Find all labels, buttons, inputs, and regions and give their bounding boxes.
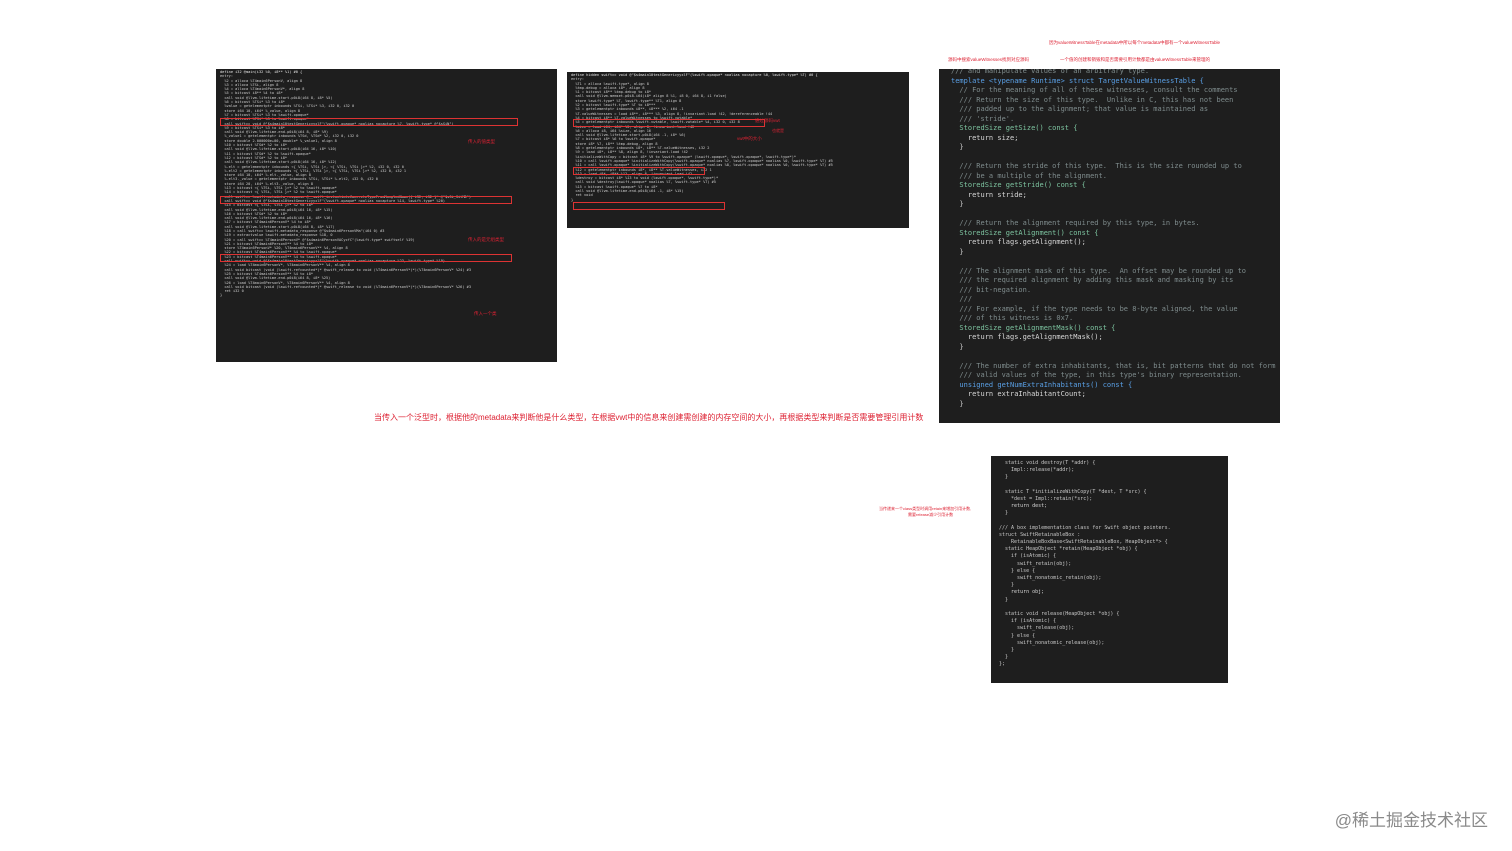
code-line: return flags.getAlignmentMask(); — [951, 333, 1103, 341]
code-line: /// and manipulate values of an arbitrar… — [951, 69, 1150, 75]
code-line: /// The alignment mask of this type. An … — [951, 266, 1247, 275]
code-line: } else { — [999, 567, 1036, 574]
code-line: swift_release(obj); — [999, 625, 1075, 632]
code-line: StoredSize getAlignment() const { — [951, 228, 1099, 237]
code-line: }; — [999, 661, 1006, 668]
code-line: swift_nonatomic_retain(obj); — [999, 575, 1102, 581]
code-line: // For the meaning of all of these witne… — [951, 86, 1238, 94]
highlight-box — [220, 118, 518, 126]
code-line: } — [951, 143, 964, 151]
highlight-box — [573, 119, 765, 127]
code-line: } — [951, 399, 964, 408]
code-line: Impl::release(*addr); — [999, 467, 1075, 474]
annotation-top-2: 源码中搜索valueWitnesses找到对应源码 — [948, 57, 1030, 62]
code-line: } — [951, 247, 964, 256]
code-line: } — [999, 646, 1015, 653]
annotation-top-3: 一个值的创建和销毁和是否需要引用计数都是由valueWitnessTable来管… — [1060, 57, 1211, 62]
code-line: return flags.getAlignment(); — [951, 238, 1086, 246]
code-line: /// Return the alignment required by thi… — [951, 219, 1200, 227]
code-line: /// be a multiple of the alignment. — [951, 171, 1107, 180]
code-line: } — [951, 342, 964, 351]
code-line: /// padded up to the alignment; that val… — [951, 105, 1209, 113]
code-line: *dest = Impl::retain(*src); — [999, 495, 1093, 502]
code-line: } — [951, 200, 964, 208]
code-line: return extraInhabitantCount; — [951, 390, 1086, 398]
code-line: /// A box implementation class for Swift… — [999, 524, 1171, 531]
note-also: 也就是 — [772, 128, 784, 133]
watermark: @稀土掘金技术社区 — [1334, 811, 1488, 830]
code-line: } — [999, 582, 1015, 589]
code-line: if (isAtomic) { — [999, 553, 1057, 560]
code-line: /// bit-negation. — [951, 285, 1032, 294]
note-vwt-source: 通过源码vwt — [755, 118, 780, 123]
ir-main-panel: define i32 @main(i32 %0, i8** %1) #0 { e… — [216, 69, 557, 362]
code-line: swift_nonatomic_release(obj); — [999, 639, 1105, 646]
note-class-type: 传入一个类 — [474, 311, 497, 316]
annotation-top-1: 因为valueWitnessTable在metadata中所以每个metadat… — [1049, 40, 1221, 45]
code-line: static HeapObject *retain(HeapObject *ob… — [999, 546, 1138, 553]
code-line: /// of this witness is 0x7. — [951, 314, 1074, 322]
code-line: } — [999, 596, 1009, 603]
code-line: /// 'stride'. — [951, 114, 1015, 123]
code-line: return obj; — [999, 589, 1045, 596]
highlight-box — [220, 196, 512, 204]
annotation-retain-2: 需要release减少引用计数 — [908, 512, 954, 517]
code-line: /// — [951, 295, 973, 303]
retainable-box-panel: static void destroy(T *addr) { Impl::rel… — [991, 456, 1228, 683]
note-value-type: 传入的值类型 — [468, 139, 495, 144]
highlight-box — [220, 254, 512, 262]
vwt-source-lines: /// and manipulate values of an arbitrar… — [951, 69, 1276, 409]
highlight-box — [573, 202, 725, 210]
code-line: return stride; — [951, 190, 1027, 199]
retainable-box-lines: static void destroy(T *addr) { Impl::rel… — [999, 460, 1220, 668]
code-line: /// For example, if the type needs to be… — [951, 304, 1238, 313]
code-line: unsigned getNumExtraInhabitants() const … — [951, 380, 1133, 389]
code-line: } — [999, 510, 1009, 517]
code-line: } — [220, 293, 223, 298]
value-witness-table-panel: /// and manipulate values of an arbitrar… — [939, 69, 1280, 423]
code-line: RetainableBoxBase<SwiftRetainableBox, He… — [999, 539, 1168, 546]
code-line: } else { — [999, 632, 1036, 639]
figure-caption: 当传入一个泛型时，根据他的metadata来判断他是什么类型，在根据vwt中的信… — [374, 413, 924, 422]
code-line: swift_retain(obj); — [999, 560, 1072, 567]
code-line: /// Return the size of this type. Unlike… — [951, 95, 1234, 104]
code-line: } — [999, 474, 1009, 481]
code-line: /// Return the stride of this type. This… — [951, 162, 1242, 170]
note-tuple-type: 传入的是元组类型 — [468, 237, 504, 242]
code-line: static T *initializeWithCopy(T *dest, T … — [999, 488, 1147, 495]
code-line: } — [999, 654, 1009, 661]
highlight-box — [573, 167, 705, 175]
code-line: if (isAtomic) { — [999, 618, 1057, 625]
code-line: return size; — [951, 133, 1019, 142]
code-line: StoredSize getStride() const { — [951, 181, 1086, 189]
note-vwt-size: vwt中的大小 — [737, 136, 762, 141]
code-line: struct SwiftRetainableBox : — [999, 531, 1081, 538]
code-line: static void release(HeapObject *obj) { — [999, 610, 1120, 617]
code-line: StoredSize getAlignmentMask() const { — [951, 323, 1116, 332]
code-line: template <typename Runtime> struct Targe… — [951, 76, 1204, 85]
code-line: /// valid values of the type, in this ty… — [951, 371, 1242, 379]
ir-main-lines: entry: %2 = alloca %T4main6PersonV, alig… — [220, 74, 553, 297]
code-line: static void destroy(T *addr) { — [999, 460, 1096, 466]
ir-generic-panel: define hidden swiftcc void @"$s4main10te… — [567, 72, 909, 228]
code-line: /// the required alignment by adding thi… — [951, 276, 1234, 284]
code-line: return dest; — [999, 503, 1048, 510]
code-line: /// The number of extra inhabitants, tha… — [951, 361, 1276, 370]
code-line: StoredSize getSize() const { — [951, 124, 1078, 132]
